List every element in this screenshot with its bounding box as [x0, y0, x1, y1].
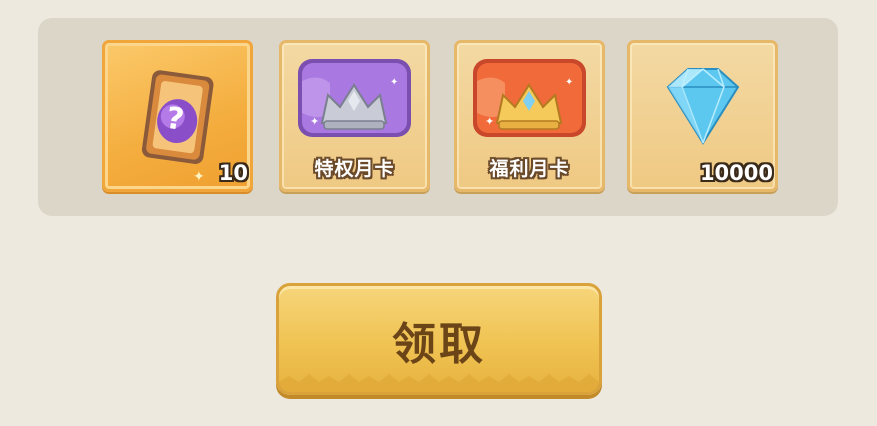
svg-text:✦: ✦ [193, 169, 205, 185]
reward-quantity: 10 [218, 161, 248, 185]
button-pattern-decoration [279, 374, 599, 392]
reward-slot-privilege-card[interactable]: ✦ ✦ 特权月卡 [279, 40, 430, 192]
svg-text:✦: ✦ [565, 77, 573, 88]
claim-button-label: 领取 [392, 319, 486, 370]
reward-slot-mystery-card[interactable]: ? ✦ 10 [102, 40, 253, 192]
reward-label: 福利月卡 [489, 158, 570, 180]
claim-button[interactable]: 领取 [276, 283, 602, 395]
svg-text:✦: ✦ [390, 77, 398, 88]
reward-slot-welfare-card[interactable]: ✦ ✦ 福利月卡 [454, 40, 605, 192]
reward-slot-diamond[interactable]: 10000 [627, 40, 778, 192]
svg-text:✦: ✦ [485, 115, 494, 128]
svg-text:✦: ✦ [310, 115, 319, 128]
reward-quantity: 10000 [699, 161, 773, 185]
reward-label: 特权月卡 [314, 158, 395, 180]
